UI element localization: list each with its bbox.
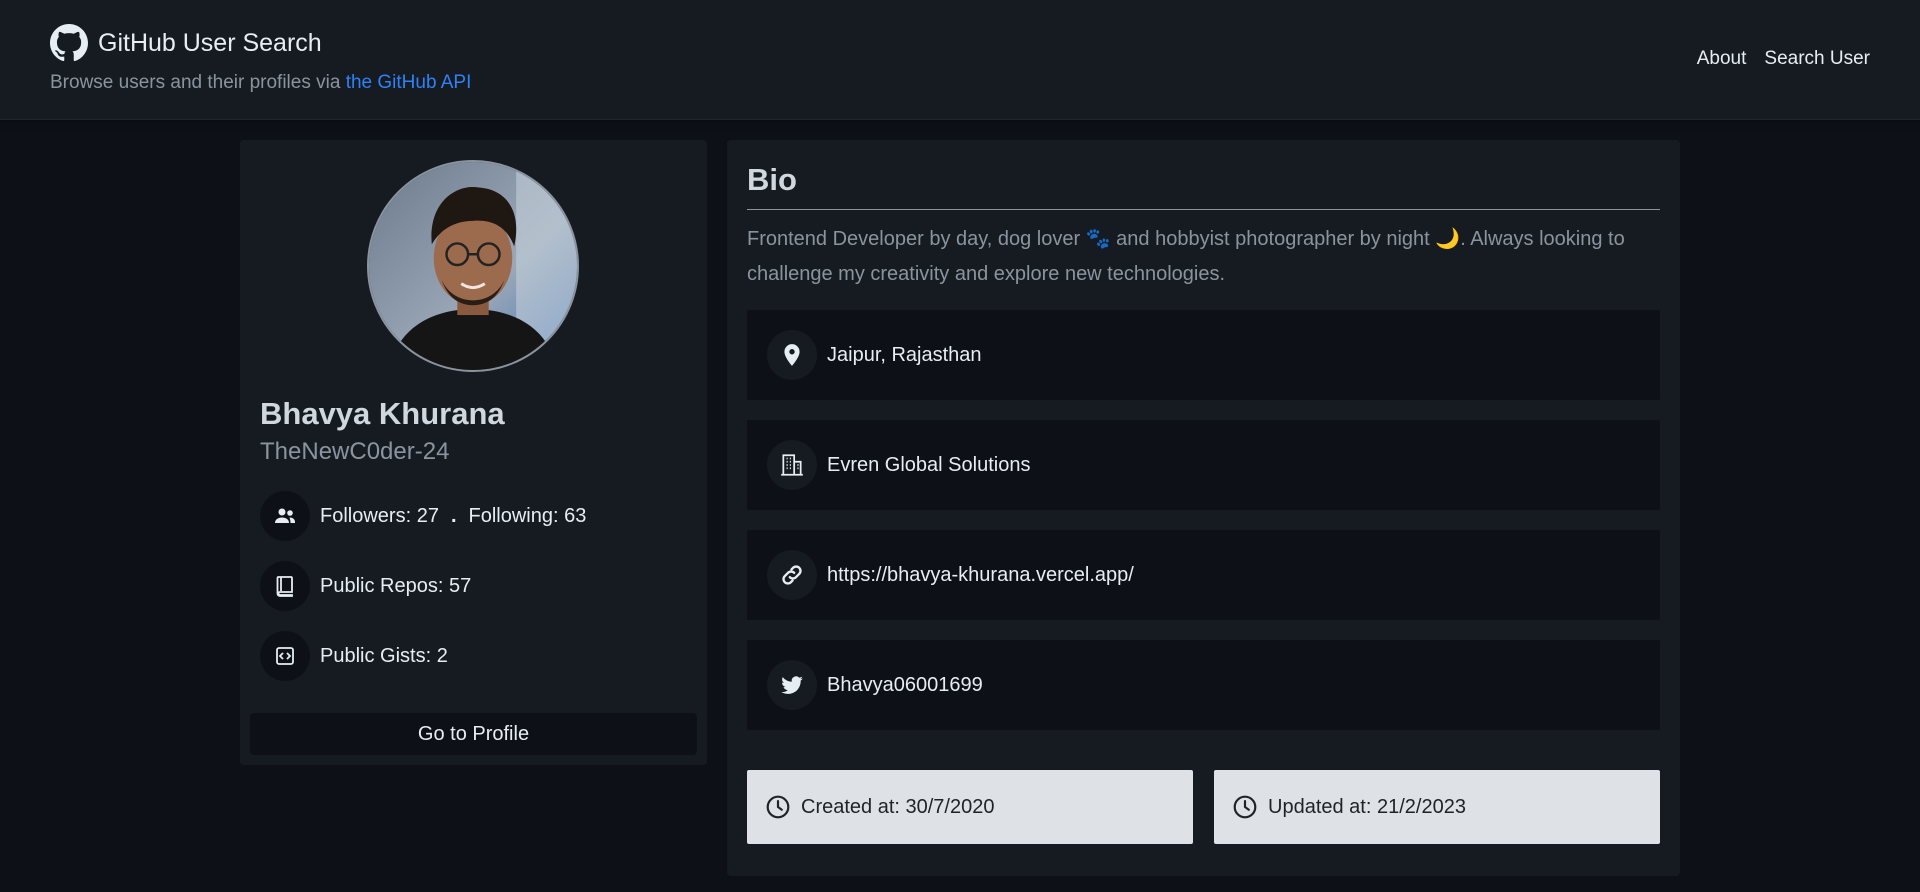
followers-stat: Followers: 27. Following: 63	[260, 491, 586, 541]
updated-at-box: Updated at: 21/2/2023	[1214, 770, 1660, 844]
bio-card: Bio Frontend Developer by day, dog lover…	[727, 140, 1680, 876]
github-api-link[interactable]: the GitHub API	[346, 72, 472, 93]
user-login: TheNewC0der-24	[260, 438, 450, 465]
created-at-text: Created at: 30/7/2020	[801, 795, 995, 818]
location-text: Jaipur, Rajasthan	[827, 343, 982, 366]
twitter-handle[interactable]: Bhavya06001699	[827, 674, 983, 697]
go-to-profile-button[interactable]: Go to Profile	[250, 713, 697, 755]
repo-icon	[260, 561, 310, 611]
user-name: Bhavya Khurana	[260, 396, 505, 431]
blog-row[interactable]: https://bhavya-khurana.vercel.app/	[747, 530, 1660, 620]
location-row: Jaipur, Rajasthan	[747, 310, 1660, 400]
gists-stat: Public Gists: 2	[260, 631, 448, 681]
followers-count: Followers: 27	[320, 504, 439, 527]
nav-search-user[interactable]: Search User	[1764, 48, 1870, 70]
repos-text: Public Repos: 57	[320, 574, 472, 597]
nav-about[interactable]: About	[1697, 48, 1747, 70]
clock-icon	[1233, 795, 1257, 819]
building-icon	[767, 440, 817, 490]
people-icon	[260, 491, 310, 541]
location-pin-icon	[767, 330, 817, 380]
avatar	[367, 160, 579, 372]
company-text: Evren Global Solutions	[827, 453, 1031, 476]
github-icon	[50, 24, 88, 62]
code-square-icon	[260, 631, 310, 681]
company-row: Evren Global Solutions	[747, 420, 1660, 510]
profile-card: Bhavya Khurana TheNewC0der-24 Followers:…	[240, 140, 707, 765]
app-header: GitHub User Search Browse users and thei…	[0, 0, 1920, 120]
brand: GitHub User Search Browse users and thei…	[50, 24, 471, 94]
bio-text: Frontend Developer by day, dog lover 🐾 a…	[747, 228, 1625, 285]
following-count: Following: 63	[468, 504, 587, 527]
app-title: GitHub User Search	[98, 28, 322, 57]
subtitle-text: Browse users and their profiles via	[50, 72, 346, 93]
repos-stat: Public Repos: 57	[260, 561, 471, 611]
followers-text: Followers: 27. Following: 63	[320, 505, 586, 528]
app-subtitle: Browse users and their profiles via the …	[50, 72, 471, 94]
blog-link[interactable]: https://bhavya-khurana.vercel.app/	[827, 564, 1134, 587]
gists-text: Public Gists: 2	[320, 644, 448, 667]
updated-at-text: Updated at: 21/2/2023	[1268, 795, 1466, 818]
clock-icon	[766, 795, 790, 819]
created-at-box: Created at: 30/7/2020	[747, 770, 1193, 844]
stat-separator: .	[450, 504, 457, 527]
top-nav: About Search User	[1697, 48, 1870, 70]
bio-heading: Bio	[747, 162, 797, 197]
link-icon	[767, 550, 817, 600]
bio-divider	[747, 209, 1660, 210]
twitter-icon	[767, 660, 817, 710]
twitter-row[interactable]: Bhavya06001699	[747, 640, 1660, 730]
